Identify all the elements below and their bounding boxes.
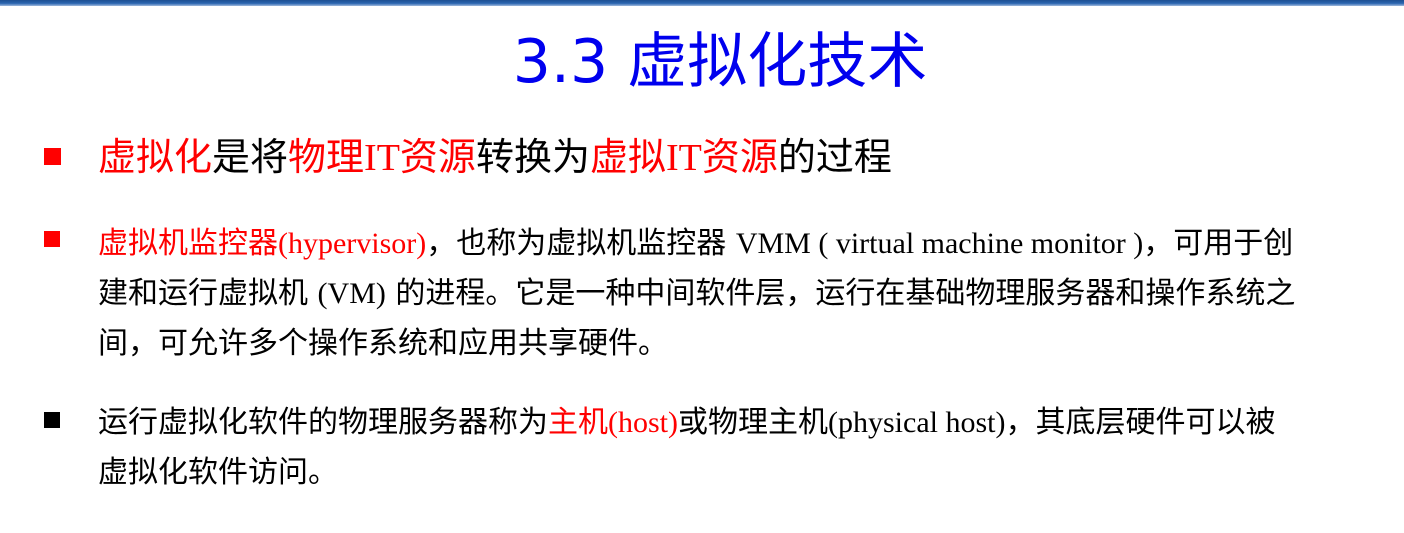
term-hypervisor-en: (hypervisor) [278,227,427,260]
text-line: 间，可允许多个操作系统和应用共享硬件。 [98,315,1295,373]
text-fragment: 的过程 [777,135,892,179]
bullet-text: 运行虚拟化软件的物理服务器称为主机(host)或物理主机(physical ho… [98,394,1275,502]
bullet-text: 虚拟化是将物理IT资源转换为虚拟IT资源的过程 [98,134,892,181]
text-fragment: 建和运行虚拟机 [98,276,318,311]
term-virtual: 虚拟 [589,135,666,179]
term-it: IT [665,137,702,179]
term-physical-host-en: (physical host) [828,406,1006,439]
text-fragment: 是将 [212,135,289,179]
term-vmm: VMM ( virtual machine monitor ) [735,227,1144,260]
text-fragment: 运行虚拟化软件的物理服务器称为 [98,405,548,440]
slide-title: 3.3 虚拟化技术 [512,27,928,97]
text-fragment: 间，可允许多个操作系统和应用共享硬件。 [98,326,668,361]
text-fragment: ，可用于创 [1143,226,1294,261]
square-bullet-icon [44,148,61,165]
text-fragment: 或物理主机 [678,405,828,440]
slide: 3.3 虚拟化技术 虚拟化是将物理IT资源转换为虚拟IT资源的过程 虚拟机监控器… [0,0,1404,533]
term-virtualization: 虚拟化 [98,135,213,179]
term-host: 主机 [548,405,608,440]
term-physical: 物理 [288,135,365,179]
text-fragment: ，其底层硬件可以被 [1005,405,1276,440]
top-bar [0,0,1404,6]
text-fragment: 转换为 [475,135,590,179]
square-bullet-icon [44,231,60,247]
text-fragment: ，也称为虚拟机监控器 [426,226,736,261]
text-fragment: 虚拟化软件访问。 [98,455,338,490]
term-it: IT [364,137,400,179]
text-line: 虚拟化软件访问。 [98,444,1275,502]
bullet-text: 虚拟机监控器(hypervisor)，也称为虚拟机监控器 VMM ( virtu… [98,215,1295,373]
term-resource: 资源 [701,135,778,179]
square-bullet-icon [44,412,60,428]
term-vm: (VM) [317,277,386,310]
text-fragment: 的进程。它是一种中间软件层，运行在基础物理服务器和操作系统之 [385,276,1296,311]
term-hypervisor: 虚拟机监控器 [98,226,278,261]
term-host-en: (host) [608,406,678,439]
term-resource: 资源 [399,135,476,179]
